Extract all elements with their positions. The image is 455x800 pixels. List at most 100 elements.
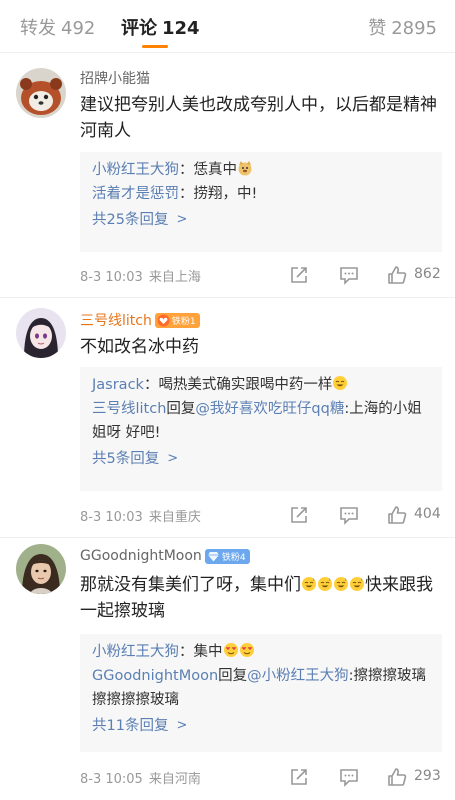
reply-separator: ： bbox=[143, 377, 159, 393]
reply-preview-box[interactable]: 小粉红王大狗：集中 GGoodnightMoon回复@小粉红王大狗:擦擦擦玻璃擦… bbox=[80, 634, 442, 752]
reply-line: 活着才是惩罚：捞翔，中! bbox=[92, 182, 430, 206]
comment-text: 不如改名冰中药 bbox=[80, 337, 199, 357]
comment-icon[interactable] bbox=[338, 504, 360, 526]
username[interactable]: GGoodnightMoon 铁粉4 bbox=[80, 548, 250, 564]
comment-actions: 404 bbox=[288, 504, 448, 526]
reply-text: 恁真中 bbox=[193, 162, 238, 178]
divider bbox=[0, 537, 455, 538]
more-replies-label: 共11条回复 bbox=[92, 718, 169, 734]
fan-badge-label: 铁粉4 bbox=[221, 552, 246, 563]
diamond-badge-icon bbox=[207, 550, 220, 563]
thumbs-up-icon[interactable] bbox=[386, 766, 408, 788]
more-replies-label: 共25条回复 bbox=[92, 212, 169, 228]
comment-meta: 8-3 10:03 来自上海 bbox=[80, 266, 201, 285]
avatar[interactable] bbox=[16, 308, 66, 358]
reply-line: GGoodnightMoon回复@小粉红王大狗:擦擦擦玻璃擦擦擦擦玻璃 bbox=[92, 664, 430, 712]
reply-text: 集中 bbox=[193, 644, 223, 660]
fan-badge: 铁粉1 bbox=[154, 312, 200, 328]
share-icon[interactable] bbox=[288, 264, 310, 286]
heart-badge-icon bbox=[157, 314, 170, 327]
comment-icon[interactable] bbox=[338, 766, 360, 788]
comment-actions: 862 bbox=[288, 264, 448, 286]
comment-icon[interactable] bbox=[338, 264, 360, 286]
fan-badge: 铁粉4 bbox=[204, 548, 250, 564]
reply-author[interactable]: 小粉红王大狗 bbox=[92, 644, 179, 660]
doge-emoji-icon bbox=[237, 160, 253, 176]
reply-author[interactable]: 活着才是惩罚 bbox=[92, 186, 179, 202]
username[interactable]: 三号线litch 铁粉1 bbox=[80, 310, 200, 330]
username-label: 三号线litch bbox=[80, 313, 152, 329]
reply-author[interactable]: GGoodnightMoon bbox=[92, 668, 218, 684]
reply-author[interactable]: Jasrack bbox=[92, 377, 144, 393]
reply-line: 小粉红王大狗：集中 bbox=[92, 640, 430, 664]
more-replies-label: 共5条回复 bbox=[92, 451, 160, 467]
heart-eyes-emoji-icon bbox=[223, 642, 239, 658]
comment-text-part: 那就没有集美们了呀，集中们 bbox=[80, 575, 301, 595]
reply-mention[interactable]: @小粉红王大狗 bbox=[247, 668, 349, 684]
red-panda-avatar-icon bbox=[16, 68, 66, 118]
comment-text: 建议把夸别人美也改成夸别人中，以后都是精神河南人 bbox=[80, 95, 437, 141]
tab-repost-label: 转发 bbox=[20, 18, 56, 39]
heart-eyes-emoji-icon bbox=[239, 642, 255, 658]
divider bbox=[0, 297, 455, 298]
reply-verb: 回复 bbox=[218, 668, 248, 684]
chevron-right-icon: > bbox=[176, 212, 188, 227]
reply-mention[interactable]: @我好喜欢吃旺仔qq糖 bbox=[195, 401, 344, 417]
reply-separator: ： bbox=[179, 162, 194, 178]
avatar[interactable] bbox=[16, 544, 66, 594]
comment-location: 来自河南 bbox=[148, 772, 201, 787]
sweat-smile-emoji-icon bbox=[333, 576, 349, 592]
like-count: 862 bbox=[414, 266, 441, 282]
chevron-right-icon: > bbox=[167, 451, 179, 466]
reply-line: Jasrack：喝热美式确实跟喝中药一样 bbox=[92, 373, 430, 397]
tab-like-count: 2895 bbox=[391, 18, 437, 39]
reply-author[interactable]: 小粉红王大狗 bbox=[92, 162, 179, 178]
comment-text: 那就没有集美们了呀，集中们 快来跟我一起擦玻璃 bbox=[80, 572, 442, 624]
active-tab-indicator bbox=[142, 45, 168, 48]
reply-verb: 回复 bbox=[166, 401, 196, 417]
tab-bar: 转发 492 评论 124 赞 2895 bbox=[0, 0, 455, 52]
reply-preview-box[interactable]: Jasrack：喝热美式确实跟喝中药一样 三号线litch回复@我好喜欢吃旺仔q… bbox=[80, 367, 442, 491]
tab-repost-count: 492 bbox=[61, 18, 96, 39]
more-replies-link[interactable]: 共25条回复 > bbox=[92, 206, 187, 234]
comment-meta: 8-3 10:05 来自河南 bbox=[80, 768, 201, 787]
reply-text: 喝热美式确实跟喝中药一样 bbox=[158, 377, 333, 393]
share-icon[interactable] bbox=[288, 766, 310, 788]
more-replies-link[interactable]: 共5条回复 > bbox=[92, 445, 178, 473]
tab-comment-count: 124 bbox=[162, 18, 200, 39]
grin-emoji-icon bbox=[332, 375, 348, 391]
fan-badge-label: 铁粉1 bbox=[171, 316, 196, 327]
divider bbox=[0, 52, 455, 53]
share-icon[interactable] bbox=[288, 504, 310, 526]
sweat-smile-emoji-icon bbox=[317, 576, 333, 592]
sweat-smile-emoji-icon bbox=[349, 576, 365, 592]
comment-date: 8-3 10:05 bbox=[80, 772, 143, 787]
reply-line: 小粉红王大狗：恁真中 bbox=[92, 158, 430, 182]
reply-preview-box[interactable]: 小粉红王大狗：恁真中 活着才是惩罚：捞翔，中! 共25条回复 > bbox=[80, 152, 442, 252]
chevron-right-icon: > bbox=[176, 718, 188, 733]
tab-like-label: 赞 bbox=[368, 18, 387, 39]
tab-comment-label: 评论 bbox=[121, 18, 157, 39]
comment-location: 来自重庆 bbox=[148, 510, 201, 525]
tab-repost[interactable]: 转发 492 bbox=[20, 14, 95, 40]
avatar[interactable] bbox=[16, 68, 66, 118]
anime-girl-avatar-icon bbox=[16, 308, 66, 358]
reply-separator: ： bbox=[179, 186, 194, 202]
username[interactable]: 招牌小能猫 bbox=[80, 68, 150, 88]
more-replies-link[interactable]: 共11条回复 > bbox=[92, 712, 187, 740]
tab-like[interactable]: 赞 2895 bbox=[368, 14, 437, 40]
comment-actions: 293 bbox=[288, 766, 448, 788]
tab-comment[interactable]: 评论 124 bbox=[121, 14, 200, 40]
reply-line: 三号线litch回复@我好喜欢吃旺仔qq糖:上海的小姐姐呀 好吧! bbox=[92, 397, 430, 445]
thumbs-up-icon[interactable] bbox=[386, 264, 408, 286]
sweat-smile-emoji-icon bbox=[301, 576, 317, 592]
like-count: 293 bbox=[414, 768, 441, 784]
woman-photo-avatar-icon bbox=[16, 544, 66, 594]
reply-text: 捞翔，中! bbox=[193, 186, 258, 202]
comment-date: 8-3 10:03 bbox=[80, 510, 143, 525]
comment-date: 8-3 10:03 bbox=[80, 270, 143, 285]
username-label: GGoodnightMoon bbox=[80, 548, 202, 564]
reply-author[interactable]: 三号线litch bbox=[92, 401, 166, 417]
comment-meta: 8-3 10:03 来自重庆 bbox=[80, 506, 201, 525]
thumbs-up-icon[interactable] bbox=[386, 504, 408, 526]
